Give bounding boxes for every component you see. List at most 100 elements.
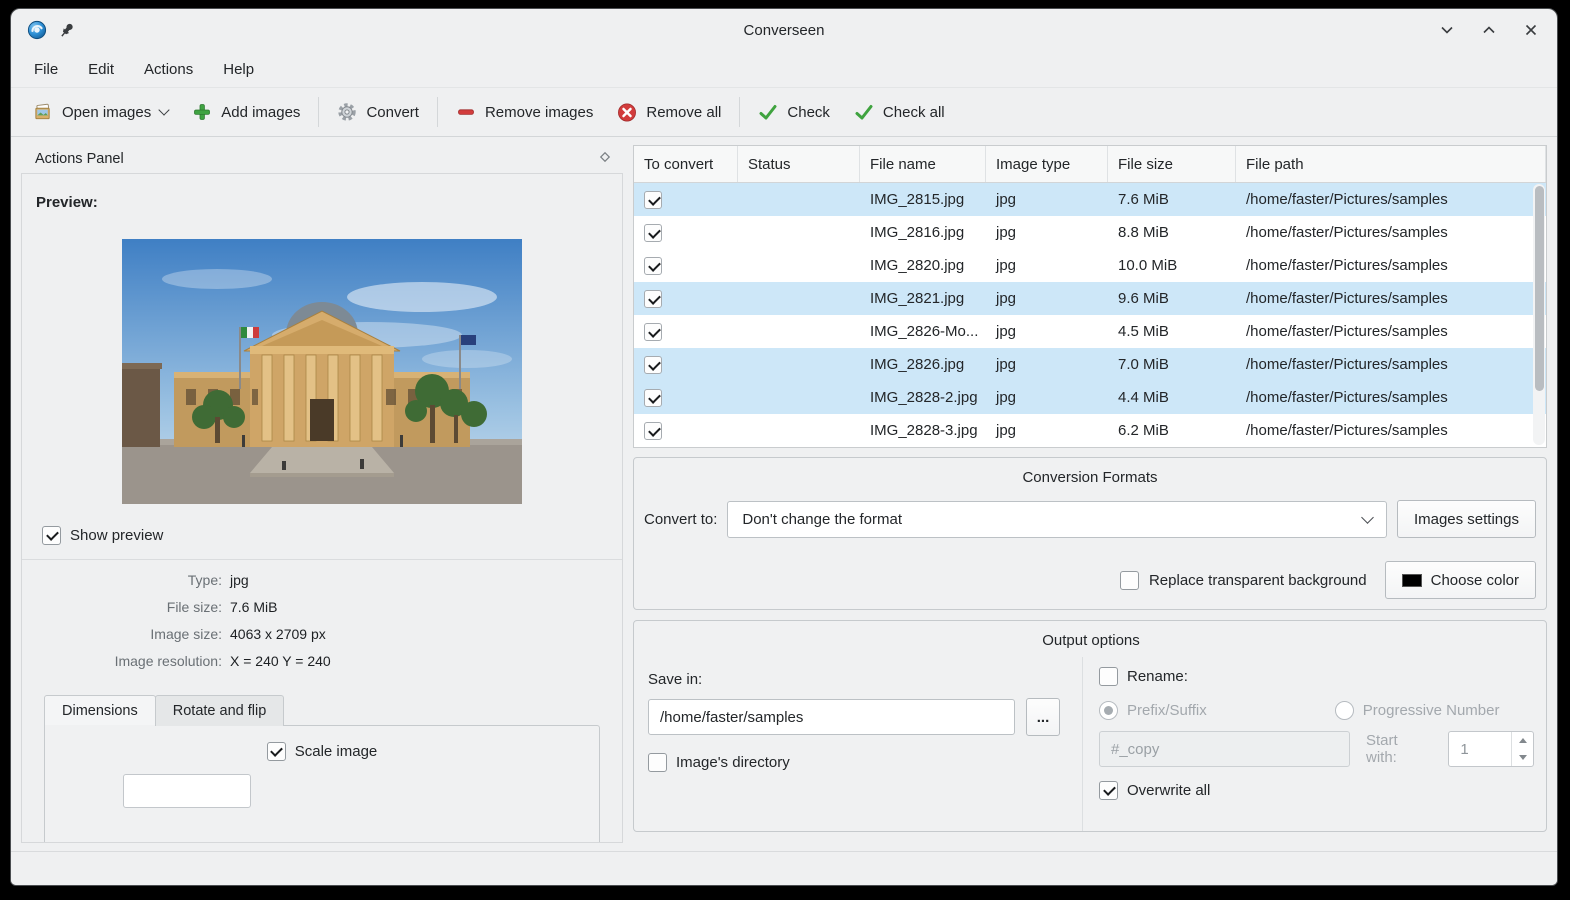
check-all-label: Check all — [883, 104, 945, 121]
progressive-number-radio[interactable] — [1335, 701, 1354, 720]
main-area: Actions Panel Preview: — [11, 137, 1557, 843]
spin-up-icon[interactable] — [1512, 732, 1533, 749]
to-convert-checkbox[interactable] — [644, 257, 662, 275]
choose-color-button[interactable]: Choose color — [1385, 561, 1536, 599]
col-file-path[interactable]: File path — [1236, 146, 1546, 182]
check-all-button[interactable]: Check all — [842, 94, 957, 130]
browse-button[interactable]: ... — [1026, 698, 1060, 736]
col-file-size[interactable]: File size — [1108, 146, 1236, 182]
to-convert-checkbox[interactable] — [644, 422, 662, 440]
to-convert-checkbox[interactable] — [644, 323, 662, 341]
file-path-cell: /home/faster/Pictures/samples — [1236, 249, 1546, 282]
convert-button[interactable]: Convert — [325, 94, 431, 130]
col-image-type[interactable]: Image type — [986, 146, 1108, 182]
scale-image-checkbox[interactable] — [267, 742, 286, 761]
show-preview-checkbox[interactable] — [42, 526, 61, 545]
rename-pattern-input[interactable] — [1099, 731, 1350, 767]
rename-checkbox[interactable] — [1099, 667, 1118, 686]
save-path-input[interactable] — [648, 699, 1015, 735]
minimize-button[interactable] — [1437, 20, 1457, 40]
titlebar[interactable]: Converseen — [11, 9, 1557, 51]
to-convert-checkbox[interactable] — [644, 389, 662, 407]
file-name-cell: IMG_2820.jpg — [860, 249, 986, 282]
remove-images-label: Remove images — [485, 104, 593, 121]
file-path-cell: /home/faster/Pictures/samples — [1236, 183, 1546, 216]
toolbar-separator — [437, 97, 438, 127]
scrollbar-thumb[interactable] — [1535, 186, 1544, 391]
table-row[interactable]: IMG_2828-2.jpg jpg 4.4 MiB /home/faster/… — [634, 381, 1546, 414]
format-select[interactable]: Don't change the format — [727, 501, 1387, 538]
to-convert-checkbox[interactable] — [644, 356, 662, 374]
remove-images-button[interactable]: Remove images — [444, 94, 605, 130]
start-with-spinbox[interactable]: 1 — [1448, 731, 1534, 767]
file-size-cell: 7.6 MiB — [1108, 183, 1236, 216]
menu-help[interactable]: Help — [208, 55, 269, 84]
conversion-formats-title: Conversion Formats — [644, 458, 1536, 486]
image-type-cell: jpg — [986, 414, 1108, 447]
menu-bar: File Edit Actions Help — [11, 51, 1557, 87]
open-images-button[interactable]: Open images — [21, 94, 180, 130]
pin-icon[interactable] — [57, 20, 77, 40]
conversion-formats-group: Conversion Formats Convert to: Don't cha… — [633, 457, 1547, 610]
spinbox-arrows[interactable] — [1511, 732, 1533, 766]
start-with-value: 1 — [1449, 732, 1511, 766]
output-options-title: Output options — [648, 621, 1534, 649]
resolution-value: X = 240 Y = 240 — [230, 653, 622, 669]
images-directory-label: Image's directory — [676, 754, 790, 771]
to-convert-checkbox[interactable] — [644, 290, 662, 308]
file-table-header: To convert Status File name Image type F… — [634, 146, 1546, 183]
close-button[interactable] — [1521, 20, 1541, 40]
menu-actions[interactable]: Actions — [129, 55, 208, 84]
image-size-value: 4063 x 2709 px — [230, 626, 622, 642]
table-row[interactable]: IMG_2816.jpg jpg 8.8 MiB /home/faster/Pi… — [634, 216, 1546, 249]
tab-rotate-flip[interactable]: Rotate and flip — [155, 695, 285, 726]
images-directory-checkbox[interactable] — [648, 753, 667, 772]
table-scrollbar[interactable] — [1533, 184, 1545, 445]
scale-value-field[interactable] — [123, 774, 251, 808]
file-size-cell: 7.0 MiB — [1108, 348, 1236, 381]
status-cell — [738, 348, 860, 381]
menu-file[interactable]: File — [19, 55, 73, 84]
preview-label: Preview: — [36, 194, 622, 211]
remove-all-icon — [617, 102, 637, 122]
actions-panel-title: Actions Panel — [35, 151, 124, 167]
col-file-name[interactable]: File name — [860, 146, 986, 182]
maximize-button[interactable] — [1479, 20, 1499, 40]
file-size-label: File size: — [22, 599, 222, 615]
col-status[interactable]: Status — [738, 146, 860, 182]
overwrite-all-checkbox[interactable] — [1099, 781, 1118, 800]
file-path-cell: /home/faster/Pictures/samples — [1236, 282, 1546, 315]
convert-to-label: Convert to: — [644, 511, 717, 528]
image-type-cell: jpg — [986, 216, 1108, 249]
table-row[interactable]: IMG_2826-Mo... jpg 4.5 MiB /home/faster/… — [634, 315, 1546, 348]
check-button[interactable]: Check — [746, 94, 842, 130]
tab-dimensions[interactable]: Dimensions — [44, 695, 156, 726]
file-path-cell: /home/faster/Pictures/samples — [1236, 315, 1546, 348]
add-images-button[interactable]: Add images — [180, 94, 312, 130]
output-options-group: Output options Save in: ... Image's dire… — [633, 620, 1547, 832]
file-size-cell: 8.8 MiB — [1108, 216, 1236, 249]
file-name-cell: IMG_2828-2.jpg — [860, 381, 986, 414]
format-selected-value: Don't change the format — [742, 511, 902, 528]
file-path-cell: /home/faster/Pictures/samples — [1236, 414, 1546, 447]
toolbar-separator — [318, 97, 319, 127]
minus-icon — [456, 102, 476, 122]
to-convert-checkbox[interactable] — [644, 224, 662, 242]
table-row[interactable]: IMG_2815.jpg jpg 7.6 MiB /home/faster/Pi… — [634, 183, 1546, 216]
prefix-suffix-label: Prefix/Suffix — [1127, 702, 1207, 719]
remove-all-button[interactable]: Remove all — [605, 94, 733, 130]
col-to-convert[interactable]: To convert — [634, 146, 738, 182]
images-settings-button[interactable]: Images settings — [1397, 500, 1536, 538]
replace-background-checkbox[interactable] — [1120, 571, 1139, 590]
prefix-suffix-radio[interactable] — [1099, 701, 1118, 720]
table-row[interactable]: IMG_2820.jpg jpg 10.0 MiB /home/faster/P… — [634, 249, 1546, 282]
file-name-cell: IMG_2815.jpg — [860, 183, 986, 216]
table-row[interactable]: IMG_2821.jpg jpg 9.6 MiB /home/faster/Pi… — [634, 282, 1546, 315]
table-row[interactable]: IMG_2826.jpg jpg 7.0 MiB /home/faster/Pi… — [634, 348, 1546, 381]
file-table-body: IMG_2815.jpg jpg 7.6 MiB /home/faster/Pi… — [634, 183, 1546, 447]
table-row[interactable]: IMG_2828-3.jpg jpg 6.2 MiB /home/faster/… — [634, 414, 1546, 447]
menu-edit[interactable]: Edit — [73, 55, 129, 84]
dock-float-icon[interactable] — [599, 151, 611, 167]
to-convert-checkbox[interactable] — [644, 191, 662, 209]
spin-down-icon[interactable] — [1512, 749, 1533, 766]
